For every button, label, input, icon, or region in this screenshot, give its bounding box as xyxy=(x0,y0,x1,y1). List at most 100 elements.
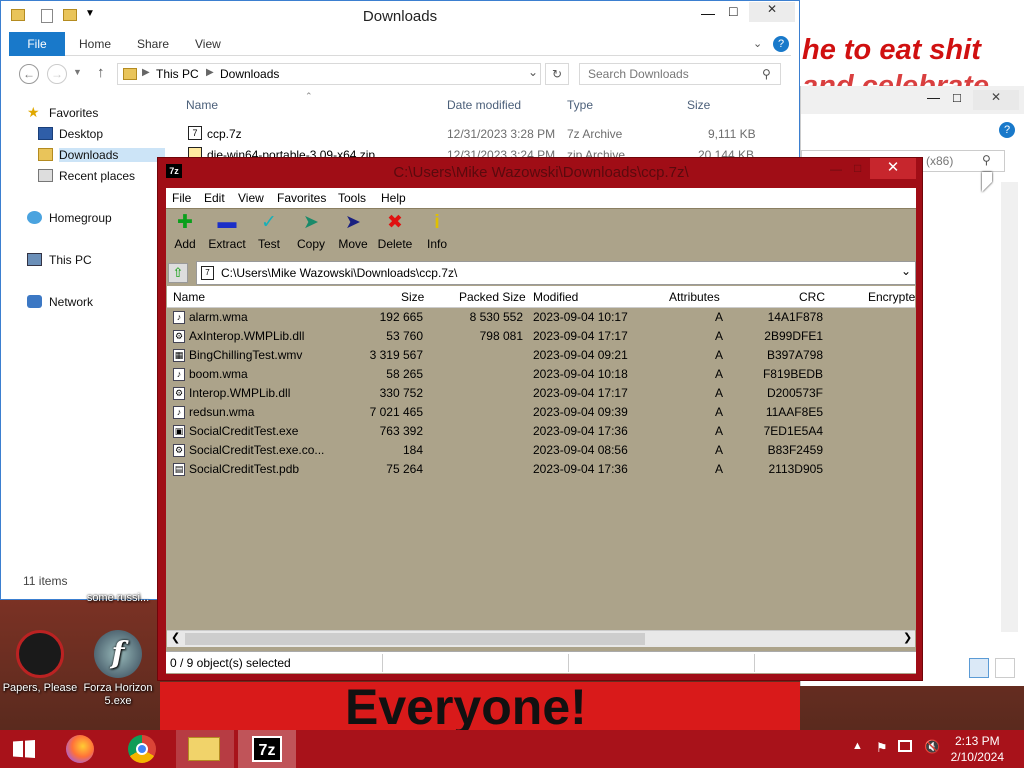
recent-locations-icon[interactable]: ▼ xyxy=(73,67,82,77)
search-input[interactable]: Search Downloads ⚲ xyxy=(579,63,781,85)
list-item[interactable]: ♪ boom.wma 58 265 2023-09-04 10:18 A F819BEDB xyxy=(167,365,915,384)
minimize-icon[interactable]: — xyxy=(927,90,940,105)
close-button[interactable]: ✕ xyxy=(870,158,916,179)
nav-recent-places[interactable]: Recent places xyxy=(38,169,135,183)
explorer-titlebar[interactable]: ▼ Downloads — □ ✕ xyxy=(1,1,799,31)
up-button[interactable]: ↑ xyxy=(97,64,105,81)
info-icon: i xyxy=(434,212,440,233)
details-view-icon[interactable] xyxy=(969,658,989,678)
mouse-cursor-icon xyxy=(982,172,992,192)
tab-home[interactable]: Home xyxy=(79,32,111,56)
move-button[interactable]: ➤ Move xyxy=(333,213,373,252)
path-dropdown-icon[interactable]: ⌄ xyxy=(901,264,911,278)
nav-desktop[interactable]: Desktop xyxy=(38,127,103,141)
scrollbar[interactable] xyxy=(1001,182,1018,632)
back-button[interactable]: ← xyxy=(19,64,39,84)
desktop-icon-papers-please[interactable]: Papers, Please xyxy=(0,630,80,695)
column-type[interactable]: Type xyxy=(567,98,593,112)
menu-view[interactable]: View xyxy=(238,191,264,205)
close-button[interactable]: ✕ xyxy=(973,90,1019,110)
nav-favorites[interactable]: ★ Favorites xyxy=(27,104,98,120)
list-item[interactable]: ▦ BingChillingTest.wmv 3 319 567 2023-09-04… xyxy=(167,346,915,365)
maximize-icon[interactable]: □ xyxy=(854,161,861,175)
start-button[interactable] xyxy=(0,730,48,768)
nav-downloads[interactable]: Downloads xyxy=(38,148,165,162)
system-clock[interactable]: 2:13 PM 2/10/2024 xyxy=(951,733,1004,765)
menu-favorites[interactable]: Favorites xyxy=(277,191,326,205)
column-size[interactable]: Size xyxy=(401,290,424,304)
tab-view[interactable]: View xyxy=(195,32,221,56)
column-attributes[interactable]: Attributes xyxy=(669,290,720,304)
help-icon[interactable]: ? xyxy=(999,122,1015,138)
maximize-icon[interactable]: □ xyxy=(953,90,961,105)
menu-file[interactable]: File xyxy=(172,191,191,205)
7zip-taskbar-button[interactable]: 7z xyxy=(238,730,296,768)
delete-button[interactable]: ✖ Delete xyxy=(375,213,415,252)
volume-muted-icon[interactable]: 🔇 xyxy=(924,739,940,755)
address-dropdown-icon[interactable]: ⌄ xyxy=(528,65,538,79)
nav-network[interactable]: Network xyxy=(27,295,93,309)
scrollbar-thumb[interactable] xyxy=(185,633,645,645)
forward-button[interactable]: → xyxy=(47,64,67,84)
close-button[interactable]: ✕ xyxy=(749,2,795,22)
column-size[interactable]: Size xyxy=(687,98,710,112)
breadcrumb-downloads[interactable]: Downloads xyxy=(220,67,279,81)
large-icons-view-icon[interactable] xyxy=(995,658,1015,678)
action-center-flag-icon[interactable]: ⚑ xyxy=(876,740,888,756)
column-packed-size[interactable]: Packed Size xyxy=(459,290,526,304)
tab-file[interactable]: File xyxy=(9,32,65,56)
list-item[interactable]: ♪ redsun.wma 7 021 465 2023-09-04 09:39 A 11A… xyxy=(167,403,915,422)
test-button[interactable]: ✓ Test xyxy=(249,213,289,252)
list-item[interactable]: ▣ SocialCreditTest.exe 763 392 2023-09-04 1… xyxy=(167,422,915,441)
nav-homegroup[interactable]: Homegroup xyxy=(27,211,112,225)
toolbar-label: Add xyxy=(174,237,196,251)
nav-this-pc[interactable]: This PC xyxy=(27,253,92,267)
menu-tools[interactable]: Tools xyxy=(338,191,366,205)
file-crc: 7ED1E5A4 xyxy=(763,424,823,438)
help-icon[interactable]: ? xyxy=(773,36,789,52)
desktop-icon-label: Papers, Please xyxy=(2,682,78,694)
maximize-icon[interactable]: □ xyxy=(729,3,737,19)
info-button[interactable]: i Info xyxy=(417,212,457,252)
list-item[interactable]: ⚙ SocialCreditTest.exe.co... 184 2023-09-04… xyxy=(167,441,915,460)
menu-edit[interactable]: Edit xyxy=(204,191,225,205)
network-tray-icon[interactable] xyxy=(898,740,912,752)
address-bar[interactable]: ▶ This PC ▶ Downloads ⌄ xyxy=(117,63,541,85)
firefox-taskbar-button[interactable] xyxy=(54,730,110,768)
file-row[interactable]: 7 ccp.7z 12/31/2023 3:28 PM 7z Archive 9… xyxy=(186,125,766,145)
minimize-icon[interactable]: — xyxy=(701,5,715,21)
desktop-icon-russia[interactable]: some russi... xyxy=(78,592,158,605)
7zip-window[interactable]: 7z C:\Users\Mike Wazowski\Downloads\ccp.… xyxy=(157,157,923,681)
explorer-taskbar-button[interactable] xyxy=(176,730,234,768)
column-date-modified[interactable]: Date modified xyxy=(447,98,521,112)
column-encrypted[interactable]: Encrypte xyxy=(868,290,915,304)
list-item[interactable]: ♪ alarm.wma 192 665 8 530 552 2023-09-04 10:… xyxy=(167,308,915,327)
horizontal-scrollbar[interactable]: ❮ ❯ xyxy=(167,630,915,647)
list-item[interactable]: ⚙ AxInterop.WMPLib.dll 53 760 798 081 2023-0… xyxy=(167,327,915,346)
path-bar[interactable]: 7 C:\Users\Mike Wazowski\Downloads\ccp.7… xyxy=(196,261,916,285)
file-list[interactable]: Name Size Packed Size Modified Attribute… xyxy=(167,286,915,650)
list-item[interactable]: ⚙ Interop.WMPLib.dll 330 752 2023-09-04 17:… xyxy=(167,384,915,403)
column-name[interactable]: Name xyxy=(186,98,218,112)
menu-help[interactable]: Help xyxy=(381,191,406,205)
navigation-pane: ★ Favorites Desktop Downloads Recent plac… xyxy=(9,97,165,597)
refresh-button[interactable]: ↻ xyxy=(545,63,569,85)
tab-share[interactable]: Share xyxy=(137,32,169,56)
copy-button[interactable]: ➤ Copy xyxy=(291,213,331,252)
up-folder-icon[interactable]: ⇧ xyxy=(168,263,188,283)
7zip-titlebar[interactable]: 7z C:\Users\Mike Wazowski\Downloads\ccp.… xyxy=(158,158,924,186)
desktop-icon-forza[interactable]: f Forza Horizon 5.exe xyxy=(80,630,156,708)
chrome-taskbar-button[interactable] xyxy=(116,730,172,768)
minimize-icon[interactable]: — xyxy=(830,162,842,176)
extract-button[interactable]: ▬ Extract xyxy=(207,213,247,252)
column-modified[interactable]: Modified xyxy=(533,290,578,304)
column-name[interactable]: Name xyxy=(173,290,205,304)
scroll-right-icon[interactable]: ❯ xyxy=(903,631,912,644)
ribbon-expand-icon[interactable]: ⌄ xyxy=(753,37,762,50)
breadcrumb-this-pc[interactable]: This PC xyxy=(156,67,199,81)
column-crc[interactable]: CRC xyxy=(799,290,825,304)
list-item[interactable]: ▤ SocialCreditTest.pdb 75 264 2023-09-04 17… xyxy=(167,460,915,479)
scroll-left-icon[interactable]: ❮ xyxy=(171,631,180,644)
add-button[interactable]: ✚ Add xyxy=(165,213,205,252)
tray-overflow-icon[interactable]: ▲ xyxy=(852,740,863,752)
